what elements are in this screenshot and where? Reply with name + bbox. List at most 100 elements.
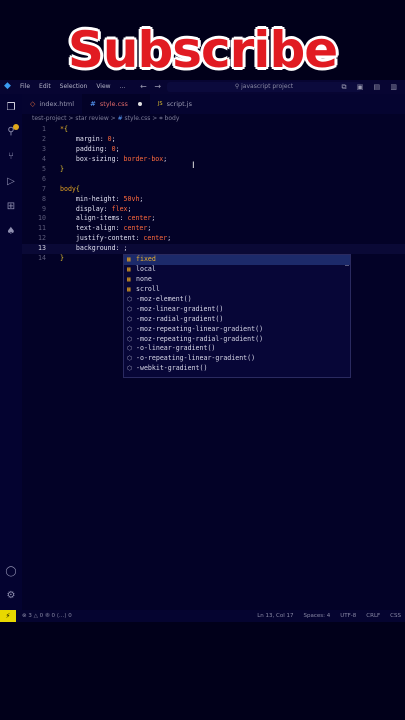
code-line[interactable]: 5} <box>22 165 405 175</box>
vscode-logo-icon: ◆ <box>4 81 11 91</box>
command-center-label: javascript project <box>241 83 294 90</box>
value-kind-icon: ▦ <box>127 265 131 273</box>
suggestion-item[interactable]: ▦ scroll <box>124 285 350 295</box>
suggestion-item[interactable]: ⬡ -moz-repeating-linear-gradient() <box>124 325 350 335</box>
function-kind-icon: ⬡ <box>127 345 133 353</box>
autocomplete-popup: ▦ fixed ▦ local ▦ none ▦ scroll ⬡ -moz-element() ⬡… <box>123 254 351 378</box>
code-line[interactable]: 2 margin: 0; <box>22 135 405 145</box>
line-number: 3 <box>42 144 46 153</box>
code-token: : <box>119 214 128 223</box>
layout-controls-icon[interactable]: ⧉ ▣ ▤ ▥ <box>341 80 401 94</box>
js-file-icon: JS <box>157 101 163 107</box>
code-text: align-items: center; <box>60 214 155 224</box>
code-line[interactable]: 3 padding: 0; <box>22 145 405 155</box>
menu-bar: File Edit Selection View ... <box>20 80 125 94</box>
extensions-icon[interactable]: ⊞ <box>5 201 17 213</box>
suggestion-item[interactable]: ⬡ -moz-repeating-radial-gradient() <box>124 335 350 345</box>
encoding[interactable]: UTF-8 <box>340 610 356 622</box>
indentation[interactable]: Spaces: 4 <box>304 610 331 622</box>
code-token: ; <box>139 194 144 203</box>
back-arrow-icon[interactable]: ← <box>140 82 147 91</box>
explorer-icon[interactable]: ❐ <box>5 102 17 114</box>
menu-selection[interactable]: Selection <box>60 80 88 94</box>
code-line[interactable]: 1 *{ <box>22 125 405 135</box>
suggestion-label: -moz-repeating-radial-gradient() <box>136 334 264 343</box>
suggestion-item[interactable]: ⬡ -moz-linear-gradient() <box>124 305 350 315</box>
search-icon[interactable]: ⚲ <box>5 126 17 138</box>
code-text: box-sizing: border-box; <box>60 155 167 165</box>
code-token: text-align <box>60 224 116 233</box>
leaf-extension-icon[interactable]: ♠ <box>5 226 17 238</box>
command-center-search[interactable]: ⚲ javascript project <box>167 82 361 92</box>
code-token: center <box>123 224 148 233</box>
breadcrumb-item[interactable]: body <box>165 115 180 122</box>
breadcrumb-item[interactable]: test-project <box>32 115 67 122</box>
activity-bar: ❐ ⚲ ⑂ ▷ ⊞ ♠ ◯ ⚙ <box>0 94 22 610</box>
code-token: ; <box>167 234 172 243</box>
forward-arrow-icon[interactable]: → <box>154 82 161 91</box>
code-line[interactable]: 7 body{ <box>22 185 405 195</box>
unsaved-dot-icon[interactable] <box>137 102 142 106</box>
suggestion-item[interactable]: ⬡ -o-linear-gradient() <box>124 344 350 354</box>
code-token: align-items <box>60 214 120 223</box>
function-kind-icon: ⬡ <box>127 315 133 323</box>
run-debug-icon[interactable]: ▷ <box>5 176 17 188</box>
suggestion-item[interactable]: ⬡ -o-repeating-linear-gradient() <box>124 354 350 364</box>
code-line[interactable]: 8 min-height: 50vh; <box>22 195 405 205</box>
breadcrumb-item[interactable]: star review <box>75 115 108 122</box>
menu-file[interactable]: File <box>20 80 30 94</box>
source-control-icon[interactable]: ⑂ <box>5 151 17 163</box>
code-line[interactable]: 9 display: flex; <box>22 205 405 215</box>
suggestion-label: -moz-linear-gradient() <box>136 304 224 313</box>
cursor-position[interactable]: Ln 13, Col 17 <box>257 610 293 622</box>
function-kind-icon: ⬡ <box>127 335 133 343</box>
suggestion-item[interactable]: ⬡ -moz-radial-gradient() <box>124 315 350 325</box>
code-editor[interactable]: 1 *{2 margin: 0; 3 padding: 0; 4 box-sizing… <box>22 125 405 264</box>
suggestion-item[interactable]: ⬡ -webkit-gradient() <box>124 364 350 374</box>
code-line[interactable]: 12 justify-content: center; <box>22 234 405 244</box>
code-token: ; <box>127 204 132 213</box>
menu-more[interactable]: ... <box>120 80 126 94</box>
code-line[interactable]: 4 box-sizing: border-box; <box>22 155 405 165</box>
code-token: center <box>127 214 152 223</box>
tab-label: index.html <box>39 100 75 108</box>
code-token: body <box>60 184 76 193</box>
tab-index-html[interactable]: ◇ index.html <box>22 94 82 114</box>
menu-view[interactable]: View <box>96 80 110 94</box>
account-icon[interactable]: ◯ <box>5 566 17 578</box>
code-text: body{ <box>60 185 80 195</box>
line-number: 8 <box>42 194 46 203</box>
code-text: justify-content: center; <box>60 234 171 244</box>
code-line[interactable]: 13 background: ; <box>22 244 405 255</box>
remote-icon[interactable]: ⚡ <box>0 610 16 622</box>
code-text: padding: 0; <box>60 145 120 155</box>
code-token: : <box>115 194 124 203</box>
gear-icon[interactable]: ⚙ <box>5 590 17 602</box>
line-ending[interactable]: CRLF <box>366 610 380 622</box>
language-mode[interactable]: CSS <box>390 610 401 622</box>
suggestion-item[interactable]: ▦ fixed <box>124 255 350 265</box>
suggestion-label: fixed <box>136 255 156 263</box>
code-text: display: flex; <box>60 205 132 215</box>
tab-style-css[interactable]: # style.css <box>82 94 150 114</box>
suggestion-label: scroll <box>136 284 160 293</box>
code-token: { <box>63 125 68 133</box>
code-line[interactable]: 10 align-items: center; <box>22 214 405 224</box>
line-number: 12 <box>38 234 46 243</box>
tab-label: style.css <box>99 100 128 108</box>
code-line[interactable]: 6 <box>22 175 405 185</box>
suggestion-item[interactable]: ▦ local <box>124 265 350 275</box>
suggestion-label: local <box>136 264 156 273</box>
function-kind-icon: ⬡ <box>127 295 133 303</box>
menu-edit[interactable]: Edit <box>39 80 51 94</box>
tab-script-js[interactable]: JS script.js <box>150 94 200 114</box>
line-number: 7 <box>42 184 46 193</box>
suggestion-item[interactable]: ⬡ -moz-element() <box>124 295 350 305</box>
code-text: margin: 0; <box>60 135 116 145</box>
suggestion-item[interactable]: ▦ none <box>124 275 350 285</box>
breadcrumb-item[interactable]: style.css <box>125 115 151 122</box>
problems-indicator[interactable]: ⊗ 3 △ 0 ⑧ 0 ⟨…⟩ 0 <box>22 610 72 622</box>
suggestion-label: none <box>136 274 152 283</box>
code-token: min-height <box>60 194 116 203</box>
code-line[interactable]: 11 text-align: center; <box>22 224 405 234</box>
